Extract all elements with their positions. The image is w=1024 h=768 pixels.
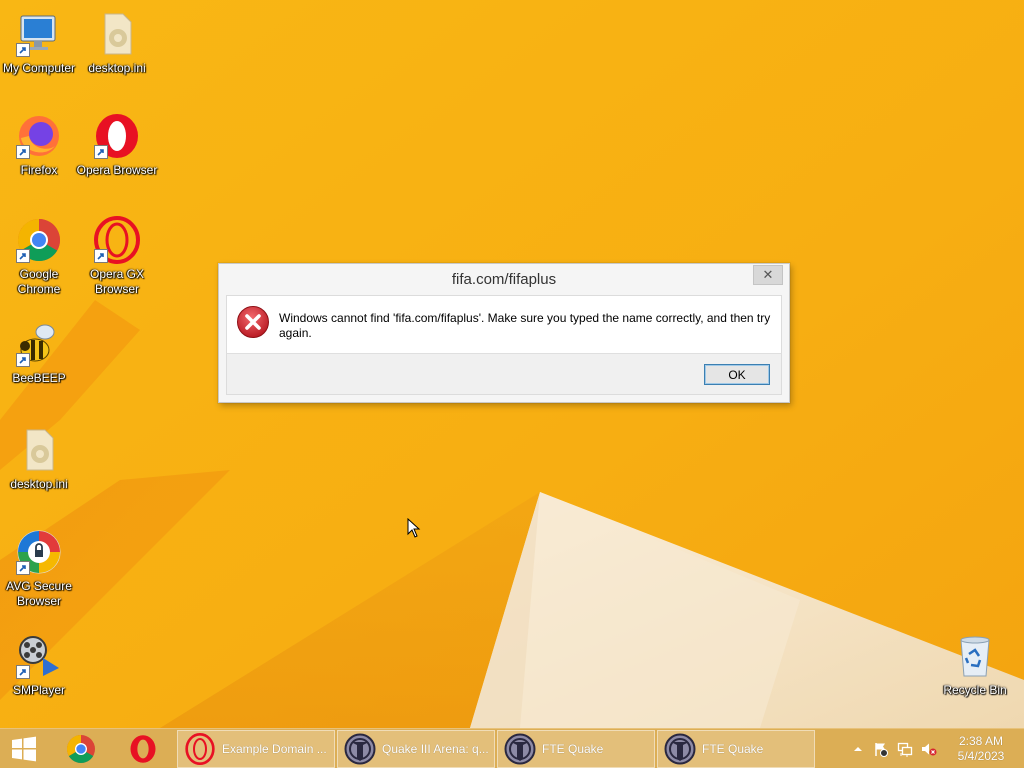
opera-icon bbox=[185, 733, 215, 765]
desktop-icon-label: My Computer bbox=[2, 61, 76, 75]
taskbar: Example Domain ... Quake III Arena: q...… bbox=[0, 728, 1024, 768]
desktop-icon-label: desktop.ini bbox=[88, 61, 146, 75]
task-label: FTE Quake bbox=[702, 742, 764, 756]
desktop-icon-beebeep[interactable]: BeeBEEP bbox=[0, 320, 78, 386]
desktop-icon-desktop-ini[interactable]: desktop.ini bbox=[78, 10, 156, 76]
desktop-icon-opera[interactable]: Opera Browser bbox=[76, 112, 158, 178]
desktop-icon-label: Recycle Bin bbox=[943, 683, 1007, 697]
chevron-up-icon[interactable] bbox=[850, 741, 866, 757]
shortcut-arrow-icon bbox=[16, 145, 30, 159]
desktop-icon-recycle-bin[interactable]: Recycle Bin bbox=[936, 632, 1014, 698]
desktop-icon-label: Firefox bbox=[20, 163, 58, 177]
desktop-icon-label: AVG Secure Browser bbox=[6, 579, 72, 608]
desktop-icon-label: Opera GX Browser bbox=[89, 267, 145, 296]
quake-icon bbox=[664, 733, 696, 765]
dialog-title: fifa.com/fifaplus bbox=[451, 271, 557, 288]
settings-file-icon bbox=[104, 13, 132, 55]
windows-logo-icon bbox=[12, 736, 36, 762]
shortcut-arrow-icon bbox=[16, 665, 30, 679]
desktop-icon-label: desktop.ini bbox=[10, 477, 68, 491]
dialog-body: Windows cannot find 'fifa.com/fifaplus'.… bbox=[226, 295, 782, 353]
desktop-icon-smplayer[interactable]: SMPlayer bbox=[0, 632, 78, 698]
action-center-flag-icon[interactable] bbox=[873, 741, 889, 757]
recycle-bin-icon bbox=[960, 636, 990, 677]
taskbar-task-quake3[interactable]: Quake III Arena: q... bbox=[337, 730, 495, 768]
task-label: FTE Quake bbox=[542, 742, 604, 756]
quake-icon bbox=[344, 733, 376, 765]
clock-time: 2:38 AM bbox=[958, 734, 1004, 748]
taskbar-clock[interactable]: 2:38 AM 5/4/2023 bbox=[950, 734, 1012, 764]
quake-icon bbox=[504, 733, 536, 765]
desktop-icon-opera-gx[interactable]: Opera GX Browser bbox=[78, 216, 156, 297]
desktop-icon-label: Opera Browser bbox=[76, 163, 158, 177]
error-icon bbox=[237, 306, 269, 338]
dialog-footer: OK bbox=[226, 353, 782, 395]
error-dialog: fifa.com/fifaplus ✕ Windows cannot find … bbox=[218, 263, 790, 403]
ok-button[interactable]: OK bbox=[704, 364, 770, 385]
task-label: Quake III Arena: q... bbox=[382, 742, 489, 756]
shortcut-arrow-icon bbox=[16, 249, 30, 263]
clock-date: 5/4/2023 bbox=[957, 749, 1005, 763]
desktop-icon-label: Google Chrome bbox=[17, 267, 61, 296]
settings-file-icon bbox=[26, 429, 54, 471]
desktop-icon-avg-browser[interactable]: AVG Secure Browser bbox=[0, 528, 78, 609]
opera-icon bbox=[130, 735, 156, 763]
shortcut-arrow-icon bbox=[16, 353, 30, 367]
taskbar-task-fte-quake-1[interactable]: FTE Quake bbox=[497, 730, 655, 768]
dialog-message: Windows cannot find 'fifa.com/fifaplus'.… bbox=[279, 311, 771, 340]
desktop-icon-my-computer[interactable]: My Computer bbox=[0, 10, 78, 76]
desktop-icon-chrome[interactable]: Google Chrome bbox=[0, 216, 78, 297]
taskbar-pinned-chrome[interactable] bbox=[52, 729, 110, 768]
network-icon[interactable] bbox=[897, 741, 913, 757]
taskbar-pinned-opera[interactable] bbox=[114, 729, 172, 768]
taskbar-task-fte-quake-2[interactable]: FTE Quake bbox=[657, 730, 815, 768]
taskbar-task-example-domain[interactable]: Example Domain ... bbox=[177, 730, 335, 768]
speaker-muted-icon[interactable] bbox=[921, 741, 937, 757]
chrome-icon bbox=[66, 735, 95, 764]
shortcut-arrow-icon bbox=[94, 249, 108, 263]
start-button[interactable] bbox=[0, 729, 48, 768]
shortcut-arrow-icon bbox=[16, 43, 30, 57]
desktop-icon-firefox[interactable]: Firefox bbox=[0, 112, 78, 178]
dialog-titlebar[interactable]: fifa.com/fifaplus ✕ bbox=[219, 264, 789, 295]
mouse-cursor-icon bbox=[407, 518, 421, 538]
close-icon: ✕ bbox=[762, 267, 774, 282]
desktop-icon-label: SMPlayer bbox=[12, 683, 65, 697]
dialog-close-button[interactable]: ✕ bbox=[753, 265, 783, 285]
desktop-icon-desktop-ini-2[interactable]: desktop.ini bbox=[0, 426, 78, 492]
task-label: Example Domain ... bbox=[222, 742, 327, 756]
shortcut-arrow-icon bbox=[16, 561, 30, 575]
desktop-icon-label: BeeBEEP bbox=[12, 371, 66, 385]
shortcut-arrow-icon bbox=[94, 145, 108, 159]
